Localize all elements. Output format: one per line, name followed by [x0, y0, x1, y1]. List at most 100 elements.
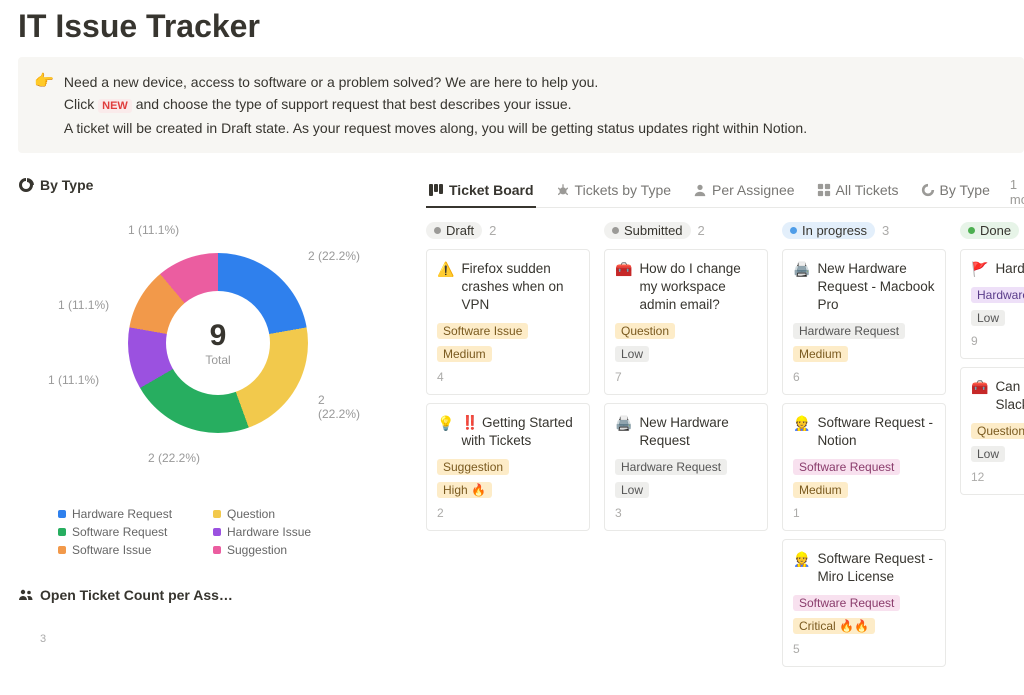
ticket-card[interactable]: 🚩HardwaHardware IssLow9 — [960, 249, 1024, 359]
card-title-row: 🚩 Hardwa — [971, 260, 1024, 278]
donut-total-label: Total — [205, 353, 230, 367]
card-emoji-icon: 🧰 — [615, 260, 632, 314]
card-tag: Low — [615, 346, 649, 362]
card-tag: Low — [971, 446, 1005, 462]
board-icon — [428, 182, 444, 198]
legend-label: Hardware Issue — [227, 525, 311, 539]
legend-item[interactable]: Software Request — [58, 525, 203, 539]
ticket-card[interactable]: 🧰Can I ad contrac Slack w Question Low 12 — [960, 367, 1024, 495]
swatch-icon — [58, 510, 66, 518]
pointing-hand-icon: 👉 — [34, 71, 54, 139]
ticket-card[interactable]: 🖨️New Hardware Request - Macbook ProHard… — [782, 249, 946, 395]
tab-all-tickets[interactable]: All Tickets — [815, 178, 901, 206]
donut-legend: Hardware Request Question Software Reque… — [18, 507, 398, 557]
status-pill: Draft — [426, 222, 482, 239]
swatch-icon — [213, 546, 221, 554]
new-tag[interactable]: NEW — [98, 99, 132, 113]
card-emoji-icon: 🧰 — [971, 378, 988, 414]
tabs-more[interactable]: 1 more… — [1010, 177, 1024, 207]
swatch-icon — [213, 528, 221, 536]
card-number: 9 — [971, 334, 1024, 348]
column-header[interactable]: Submitted 2 — [604, 222, 768, 239]
ticket-card[interactable]: 💡‼️ Getting Started with TicketsSuggesti… — [426, 403, 590, 531]
status-name: Submitted — [624, 223, 683, 238]
per-assignee-label: Open Ticket Count per Ass… — [40, 587, 233, 603]
bug-icon — [556, 183, 570, 197]
card-number: 5 — [793, 642, 935, 656]
status-dot-icon — [790, 227, 797, 234]
ticket-card[interactable]: 🧰How do I change my workspace admin emai… — [604, 249, 768, 395]
card-number: 12 — [971, 470, 1024, 484]
card-title-row: 🧰How do I change my workspace admin emai… — [615, 260, 757, 314]
ticket-card[interactable]: ⚠️Firefox sudden crashes when on VPN Soft… — [426, 249, 590, 395]
legend-item[interactable]: Question — [213, 507, 358, 521]
card-tag: Software Issue — [437, 323, 528, 339]
card-title: How do I change my workspace admin email… — [639, 260, 757, 314]
card-number: 2 — [437, 506, 579, 520]
card-tag: Suggestion — [437, 459, 509, 475]
legend-item[interactable]: Hardware Request — [58, 507, 203, 521]
status-dot-icon — [968, 227, 975, 234]
legend-label: Software Request — [72, 525, 167, 539]
by-type-heading[interactable]: By Type — [18, 177, 398, 193]
card-tag: Medium — [793, 346, 848, 362]
column-header[interactable]: Draft2 — [426, 222, 590, 239]
callout-line2a: Click — [64, 96, 98, 112]
status-name: Done — [980, 223, 1011, 238]
swatch-icon — [213, 510, 221, 518]
column-header[interactable]: In progress3 — [782, 222, 946, 239]
card-title: Firefox sudden crashes when on VPN — [461, 260, 579, 314]
column-count: 2 — [698, 223, 705, 238]
legend-label: Hardware Request — [72, 507, 172, 521]
tab-per-assignee[interactable]: Per Assignee — [691, 178, 797, 206]
callout-banner: 👉 Need a new device, access to software … — [18, 57, 1024, 153]
card-tag: Hardware Iss — [971, 287, 1024, 303]
card-tag: Hardware Request — [793, 323, 905, 339]
ticket-card[interactable]: 👷Software Request - Miro LicenseSoftware… — [782, 539, 946, 667]
card-title: Hardwa — [995, 260, 1024, 278]
slice-label: 2 (22.2%) — [148, 451, 200, 465]
callout-line1: Need a new device, access to software or… — [64, 71, 807, 93]
ticket-card[interactable]: 👷Software Request - NotionSoftware Reque… — [782, 403, 946, 531]
card-emoji-icon: 🖨️ — [615, 414, 632, 450]
callout-line2: Click NEW and choose the type of support… — [64, 93, 807, 117]
card-tag: Critical 🔥🔥 — [793, 618, 875, 634]
status-dot-icon — [434, 227, 441, 234]
tab-tickets-by-type[interactable]: Tickets by Type — [554, 178, 673, 206]
by-type-label: By Type — [40, 177, 93, 193]
tab-by-type[interactable]: By Type — [919, 178, 992, 206]
tab-label: Per Assignee — [712, 182, 795, 198]
card-emoji-icon: 🚩 — [971, 260, 988, 278]
card-title: Software Request - Notion — [817, 414, 935, 450]
card-title: Can I ad contrac Slack w — [995, 378, 1024, 414]
card-number: 3 — [615, 506, 757, 520]
card-tag: Software Request — [793, 459, 900, 475]
card-title: Software Request - Miro License — [817, 550, 935, 586]
legend-item[interactable]: Suggestion — [213, 543, 358, 557]
card-tag: Question — [615, 323, 675, 339]
tab-label: By Type — [940, 182, 990, 198]
card-tag: Medium — [793, 482, 848, 498]
swatch-icon — [58, 528, 66, 536]
per-assignee-heading[interactable]: Open Ticket Count per Ass… — [18, 587, 398, 603]
legend-item[interactable]: Hardware Issue — [213, 525, 358, 539]
board-column: In progress3 🖨️New Hardware Request - Mac… — [782, 222, 946, 675]
ticket-card[interactable]: 🖨️New Hardware RequestHardware RequestLo… — [604, 403, 768, 531]
card-title-row: 🧰Can I ad contrac Slack w — [971, 378, 1024, 414]
legend-item[interactable]: Software Issue — [58, 543, 203, 557]
tab-ticket-board[interactable]: Ticket Board — [426, 178, 536, 208]
card-title: ‼️ Getting Started with Tickets — [461, 414, 579, 450]
status-dot-icon — [612, 227, 619, 234]
card-tag: High 🔥 — [437, 482, 492, 498]
card-tag: Question — [971, 423, 1024, 439]
callout-line2b: and choose the type of support request t… — [136, 96, 572, 112]
column-header[interactable]: Done2 — [960, 222, 1024, 239]
donut-chart: 9 Total 2 (22.2%) 2 (22.2%) 2 (22.2%) 1 … — [48, 203, 368, 503]
legend-label: Suggestion — [227, 543, 287, 557]
chart-tick: 3 — [40, 633, 398, 645]
column-count: 3 — [882, 223, 889, 238]
card-emoji-icon: ⚠️ — [437, 260, 454, 314]
legend-label: Software Issue — [72, 543, 151, 557]
card-emoji-icon: 🖨️ — [793, 260, 810, 314]
card-title-row: ⚠️Firefox sudden crashes when on VPN — [437, 260, 579, 314]
